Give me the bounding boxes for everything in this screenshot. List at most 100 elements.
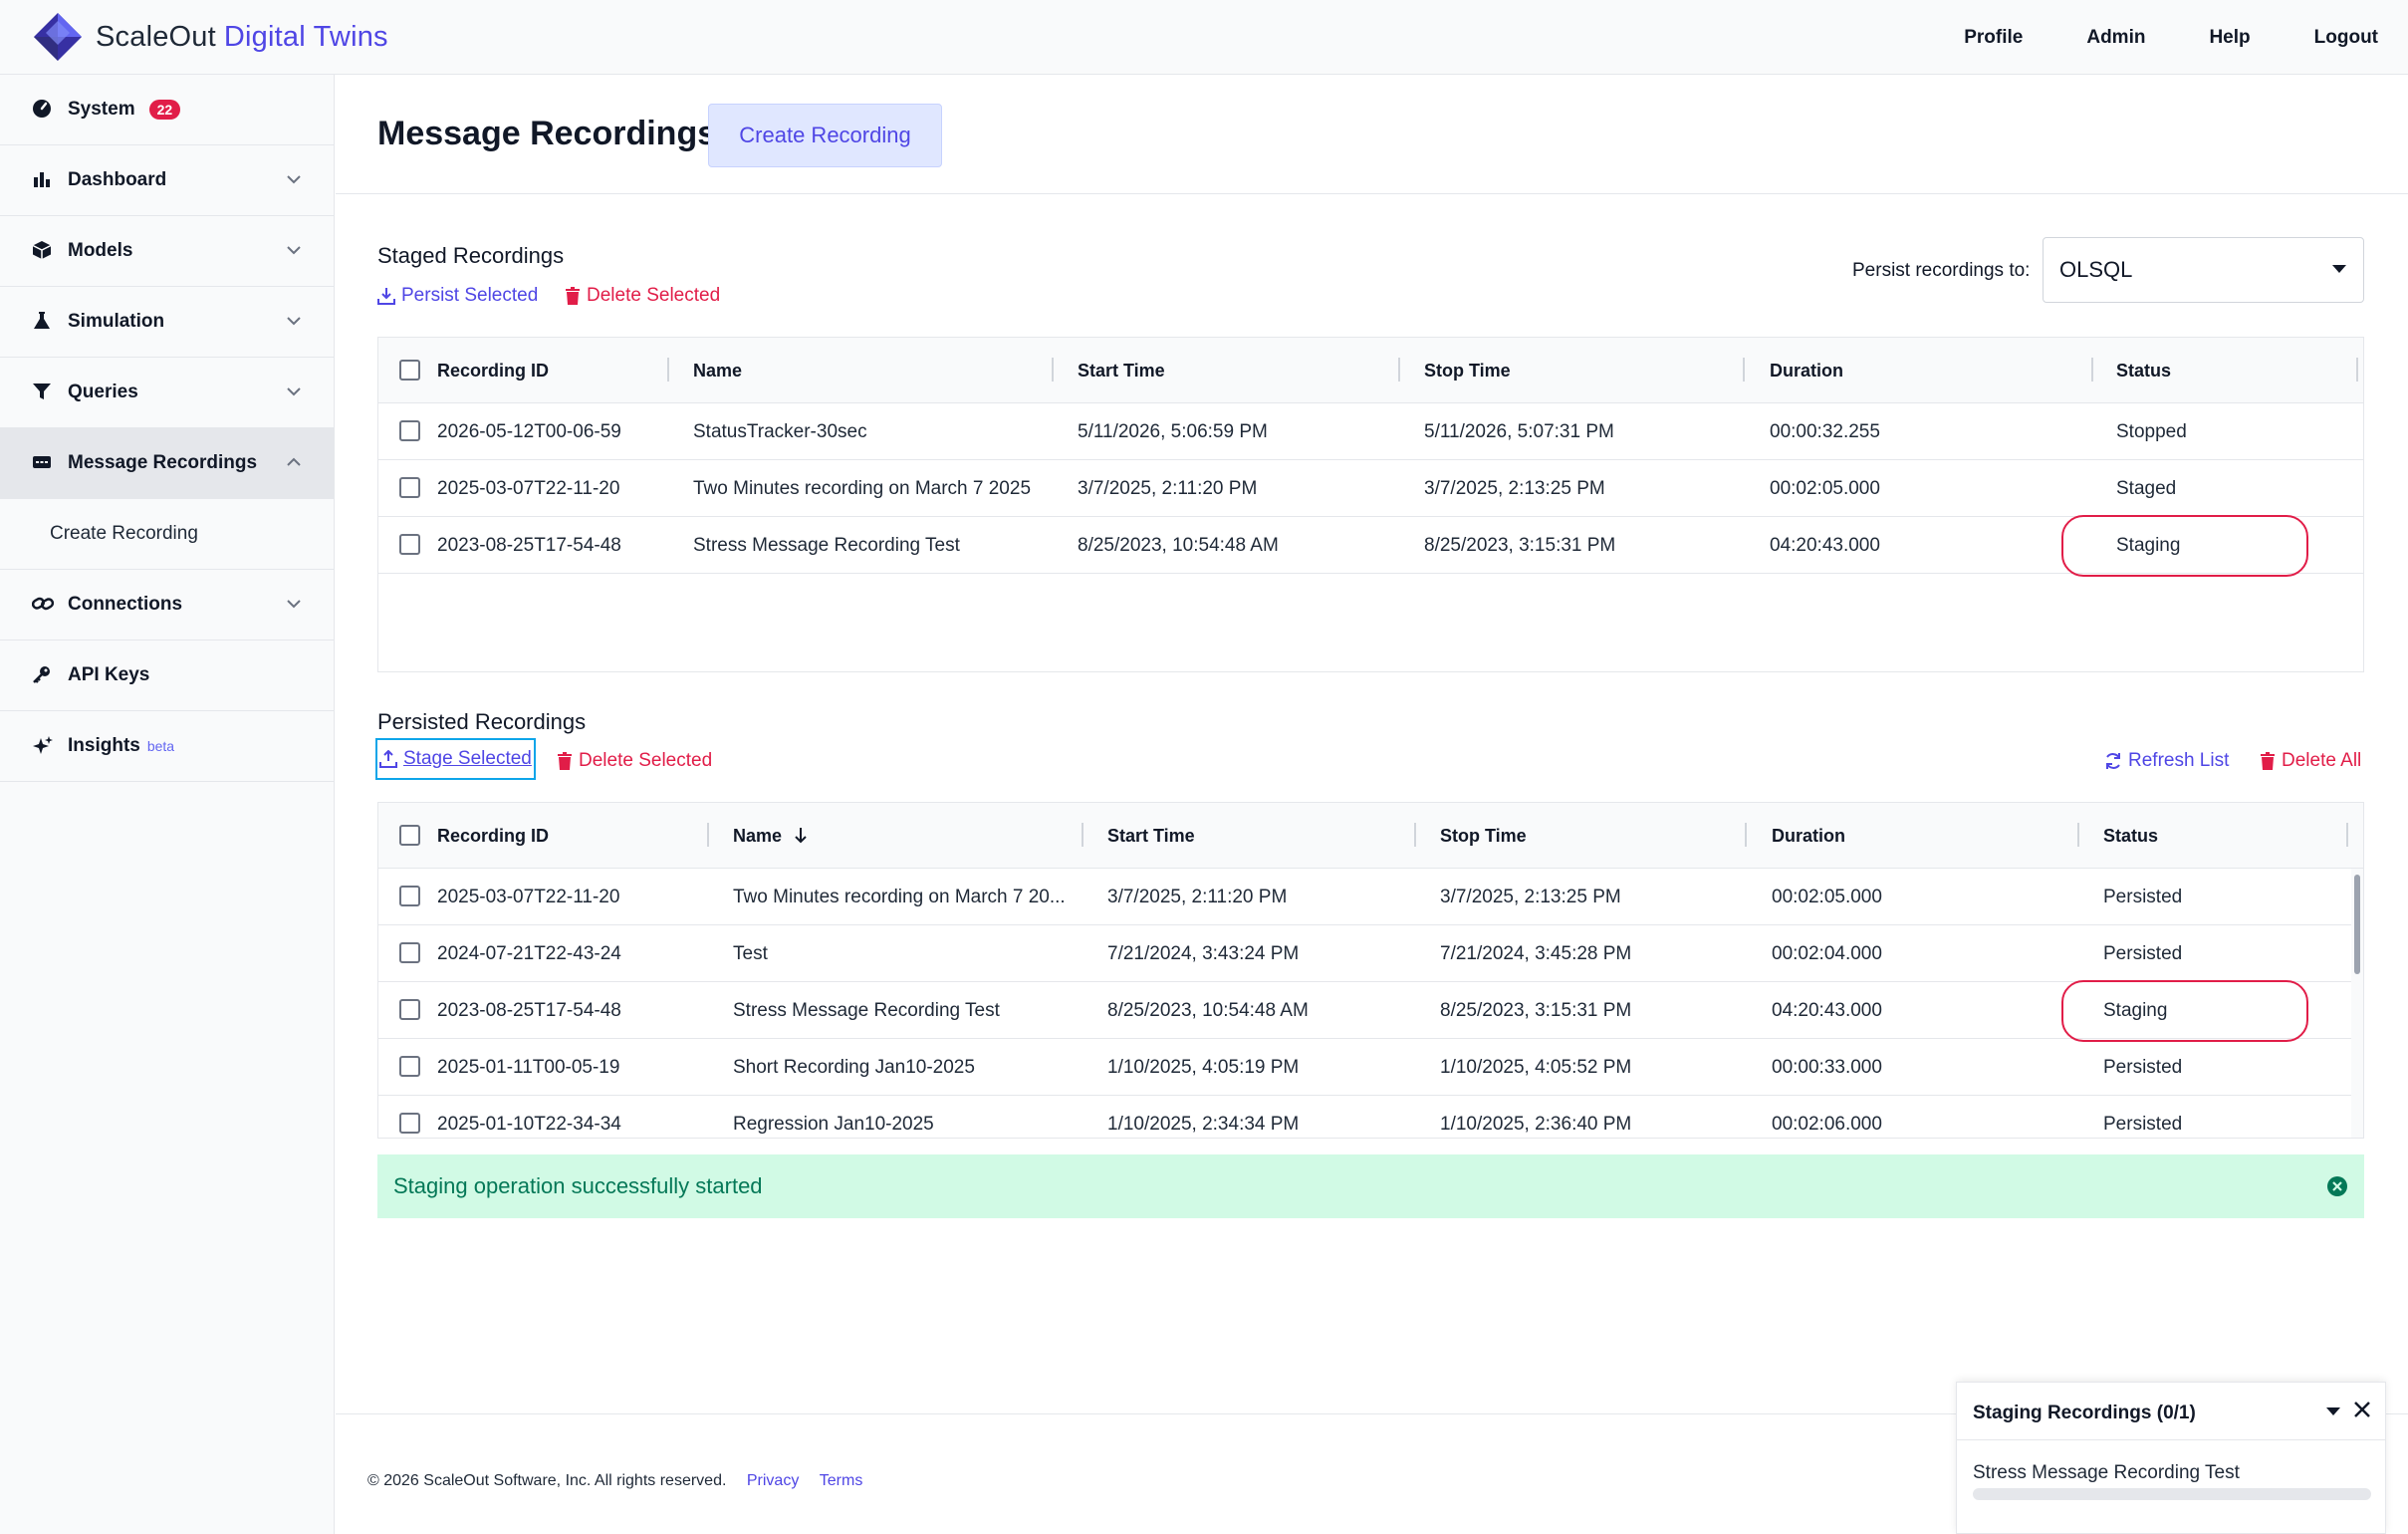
sidebar-item-system[interactable]: System 22	[0, 75, 334, 145]
page-title: Message Recordings	[377, 115, 717, 152]
notification-badge: 22	[148, 100, 181, 120]
persist-selected-button[interactable]: Persist Selected	[377, 285, 538, 307]
brand-name: ScaleOut Digital Twins	[96, 20, 388, 53]
brand[interactable]: ScaleOut Digital Twins	[32, 11, 388, 63]
chevron-down-icon[interactable]	[284, 240, 304, 260]
chevron-down-icon[interactable]	[284, 169, 304, 189]
persist-target-value: OLSQL	[2059, 257, 2133, 282]
stage-selected-button[interactable]: Stage Selected	[375, 738, 536, 780]
sidebar-item-api-keys[interactable]: API Keys	[0, 640, 334, 711]
delete-all-label: Delete All	[2282, 750, 2362, 771]
column-header[interactable]: Start Time	[1107, 826, 1195, 847]
stop-time: 3/7/2025, 2:13:25 PM	[1440, 887, 1621, 907]
delete-selected-persisted-button[interactable]: Delete Selected	[557, 750, 712, 772]
status: Staged	[2116, 478, 2177, 499]
delete-all-button[interactable]: Delete All	[2260, 750, 2361, 772]
column-resizer[interactable]	[1745, 823, 1747, 847]
row-checkbox[interactable]	[399, 534, 420, 555]
row-checkbox[interactable]	[399, 942, 420, 963]
recording-id: 2023-08-25T17-54-48	[437, 1000, 621, 1021]
start-time: 3/7/2025, 2:11:20 PM	[1078, 478, 1258, 499]
column-resizer[interactable]	[1082, 823, 1084, 847]
sidebar-item-label: Models	[68, 240, 133, 261]
duration: 04:20:43.000	[1772, 1000, 1882, 1021]
column-header[interactable]: Stop Time	[1440, 826, 1527, 847]
chevron-down-icon[interactable]	[284, 594, 304, 614]
admin-link[interactable]: Admin	[2086, 27, 2145, 49]
sort-desc-icon[interactable]	[793, 826, 809, 846]
row-checkbox[interactable]	[399, 1056, 420, 1077]
table-header: Recording ID Name Start Time Stop Time D…	[378, 338, 2363, 403]
column-header[interactable]: Name	[693, 361, 742, 382]
column-header[interactable]: Recording ID	[437, 361, 549, 382]
sidebar-subitem-create-recording[interactable]: Create Recording	[0, 499, 334, 570]
column-header[interactable]: Status	[2103, 826, 2158, 847]
column-header[interactable]: Start Time	[1078, 361, 1165, 382]
delete-selected-staged-button[interactable]: Delete Selected	[565, 285, 720, 307]
refresh-list-button[interactable]: Refresh List	[2104, 750, 2229, 772]
scrollbar-thumb[interactable]	[2354, 875, 2360, 974]
trash-icon	[2261, 752, 2275, 770]
column-header[interactable]: Duration	[1770, 361, 1843, 382]
row-checkbox[interactable]	[399, 999, 420, 1020]
row-checkbox[interactable]	[399, 1113, 420, 1134]
chevron-down-icon[interactable]	[284, 382, 304, 401]
row-checkbox[interactable]	[399, 477, 420, 498]
sidebar-item-connections[interactable]: Connections	[0, 570, 334, 640]
column-resizer[interactable]	[1052, 358, 1054, 382]
select-all-checkbox[interactable]	[399, 360, 420, 381]
column-resizer[interactable]	[707, 823, 709, 847]
recording-id: 2025-03-07T22-11-20	[437, 478, 620, 499]
caret-down-icon[interactable]	[2325, 1406, 2341, 1416]
chevron-up-icon[interactable]	[284, 452, 304, 472]
column-header[interactable]: Stop Time	[1424, 361, 1511, 382]
create-recording-button[interactable]: Create Recording	[708, 104, 942, 167]
sidebar-item-insights[interactable]: Insights beta	[0, 711, 334, 782]
column-resizer[interactable]	[2356, 358, 2358, 382]
column-resizer[interactable]	[667, 358, 669, 382]
sparkles-icon	[32, 735, 54, 757]
column-resizer[interactable]	[1398, 358, 1400, 382]
persist-target-select[interactable]: OLSQL	[2043, 237, 2364, 303]
column-header[interactable]: Recording ID	[437, 826, 549, 847]
filter-icon	[32, 382, 54, 403]
table-row[interactable]: 2024-07-21T22-43-24 Test 7/21/2024, 3:43…	[378, 925, 2363, 982]
column-resizer[interactable]	[2346, 823, 2348, 847]
sidebar-item-dashboard[interactable]: Dashboard	[0, 145, 334, 216]
column-resizer[interactable]	[1743, 358, 1745, 382]
close-icon[interactable]	[2353, 1401, 2371, 1418]
table-row[interactable]: 2025-01-10T22-34-34 Regression Jan10-202…	[378, 1096, 2363, 1138]
table-row[interactable]: 2023-08-25T17-54-48 Stress Message Recor…	[378, 515, 2363, 577]
sidebar-item-simulation[interactable]: Simulation	[0, 287, 334, 358]
table-row[interactable]: 2023-08-25T17-54-48 Stress Message Recor…	[378, 980, 2363, 1042]
privacy-link[interactable]: Privacy	[747, 1472, 799, 1489]
column-header[interactable]: Name	[733, 826, 782, 847]
sidebar-item-message-recordings[interactable]: Message Recordings	[0, 428, 334, 499]
recording-id: 2025-01-11T00-05-19	[437, 1057, 620, 1078]
table-row[interactable]: 2025-01-11T00-05-19 Short Recording Jan1…	[378, 1039, 2363, 1096]
staging-progress-panel: Staging Recordings (0/1) Stress Message …	[1956, 1382, 2386, 1534]
column-header[interactable]: Status	[2116, 361, 2171, 382]
logout-link[interactable]: Logout	[2314, 27, 2378, 49]
column-header[interactable]: Duration	[1772, 826, 1845, 847]
table-row[interactable]: 2025-03-07T22-11-20 Two Minutes recordin…	[378, 869, 2363, 925]
recording-name: Stress Message Recording Test	[733, 1000, 1000, 1021]
link-icon	[32, 594, 54, 616]
column-resizer[interactable]	[2077, 823, 2079, 847]
staged-recordings-table: Recording ID Name Start Time Stop Time D…	[377, 337, 2364, 672]
column-resizer[interactable]	[2091, 358, 2093, 382]
sidebar-item-models[interactable]: Models	[0, 216, 334, 287]
chevron-down-icon[interactable]	[284, 311, 304, 331]
select-all-checkbox[interactable]	[399, 825, 420, 846]
table-row[interactable]: 2026-05-12T00-06-59 StatusTracker-30sec …	[378, 403, 2363, 460]
table-row[interactable]: 2025-03-07T22-11-20 Two Minutes recordin…	[378, 460, 2363, 517]
column-resizer[interactable]	[1414, 823, 1416, 847]
close-circle-icon[interactable]	[2326, 1175, 2348, 1197]
row-checkbox[interactable]	[399, 886, 420, 906]
row-checkbox[interactable]	[399, 420, 420, 441]
stop-time: 8/25/2023, 3:15:31 PM	[1440, 1000, 1632, 1021]
sidebar-item-queries[interactable]: Queries	[0, 358, 334, 428]
terms-link[interactable]: Terms	[820, 1472, 863, 1489]
profile-link[interactable]: Profile	[1964, 27, 2023, 49]
help-link[interactable]: Help	[2209, 27, 2250, 49]
